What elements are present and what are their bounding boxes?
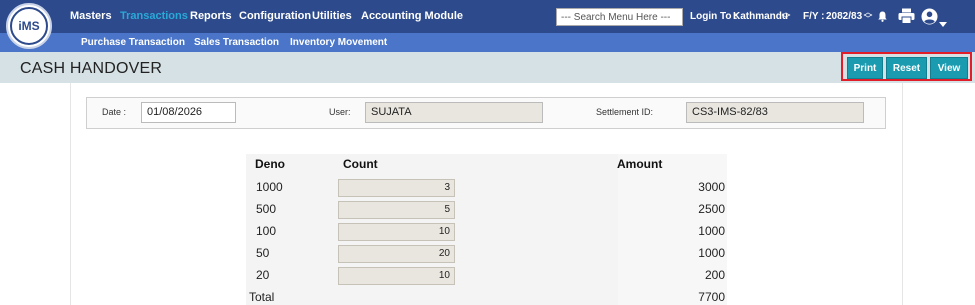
handover-info-row: Date : 01/08/2026 User: SUJATA Settlemen… (86, 97, 886, 129)
login-value[interactable]: Kathmandu (733, 11, 788, 22)
subnav-inventory-movement[interactable]: Inventory Movement (290, 37, 387, 48)
fy-chevron-updown-icon[interactable]: ︿ ﹀ (863, 8, 873, 24)
count-input[interactable]: 3 (338, 179, 455, 197)
deno-value: 500 (256, 202, 277, 216)
print-button[interactable]: Print (847, 57, 883, 79)
count-input[interactable]: 10 (338, 223, 455, 241)
user-label: User: (329, 107, 351, 117)
denomination-table: Deno Count Amount 1000 3 3000 500 5 2500… (246, 154, 727, 305)
printer-icon[interactable] (898, 8, 915, 29)
amount-value: 3000 (698, 180, 725, 194)
caret-down-icon[interactable] (939, 14, 947, 32)
nav-masters[interactable]: Masters (70, 10, 112, 22)
user-field: SUJATA (365, 102, 543, 123)
page-title: CASH HANDOVER (20, 60, 163, 77)
app-logo[interactable]: iMS (6, 3, 52, 49)
total-label: Total (249, 290, 275, 304)
amount-value: 1000 (698, 246, 725, 260)
deno-value: 100 (256, 224, 277, 238)
action-button-group: Print Reset View (841, 52, 972, 81)
amount-header: Amount (617, 157, 663, 171)
login-chevron-updown-icon[interactable]: ︿ ﹀ (781, 8, 791, 24)
amount-value: 200 (704, 268, 725, 282)
nav-transactions[interactable]: Transactions (120, 10, 188, 22)
deno-header: Deno (255, 157, 285, 171)
nav-configuration[interactable]: Configuration (239, 10, 311, 22)
reset-button[interactable]: Reset (886, 57, 927, 79)
subnav-purchase-transaction[interactable]: Purchase Transaction (81, 37, 185, 48)
nav-accounting-module[interactable]: Accounting Module (361, 10, 463, 22)
sub-navbar: Purchase Transaction Sales Transaction I… (0, 33, 975, 52)
total-amount: 7700 (698, 290, 725, 304)
amount-value: 2500 (698, 202, 725, 216)
logo-text: iMS (10, 7, 48, 45)
menu-search-input[interactable] (556, 8, 683, 26)
count-header: Count (343, 157, 378, 171)
settlement-id-field: CS3-IMS-82/83 (686, 102, 864, 123)
deno-value: 1000 (256, 180, 283, 194)
date-field[interactable]: 01/08/2026 (141, 102, 236, 123)
top-navbar: Masters Transactions Reports Configurati… (0, 0, 975, 33)
bell-icon[interactable] (878, 9, 887, 27)
page-header: CASH HANDOVER Print Reset View (0, 52, 975, 83)
count-input[interactable]: 10 (338, 267, 455, 285)
count-input[interactable]: 5 (338, 201, 455, 219)
nav-reports[interactable]: Reports (190, 10, 232, 22)
view-button[interactable]: View (930, 57, 968, 79)
settlement-id-label: Settlement ID: (596, 107, 654, 117)
user-account-icon[interactable] (921, 8, 938, 30)
fy-label: F/Y : (803, 11, 825, 22)
subnav-sales-transaction[interactable]: Sales Transaction (194, 37, 279, 48)
deno-value: 20 (256, 268, 270, 282)
cash-handover-panel: Date : 01/08/2026 User: SUJATA Settlemen… (70, 83, 903, 305)
login-label: Login To : (690, 11, 738, 22)
date-label: Date : (102, 107, 127, 117)
deno-value: 50 (256, 246, 270, 260)
fy-value[interactable]: 2082/83 (826, 11, 862, 22)
amount-value: 1000 (698, 224, 725, 238)
nav-utilities[interactable]: Utilities (312, 10, 352, 22)
count-input[interactable]: 20 (338, 245, 455, 263)
